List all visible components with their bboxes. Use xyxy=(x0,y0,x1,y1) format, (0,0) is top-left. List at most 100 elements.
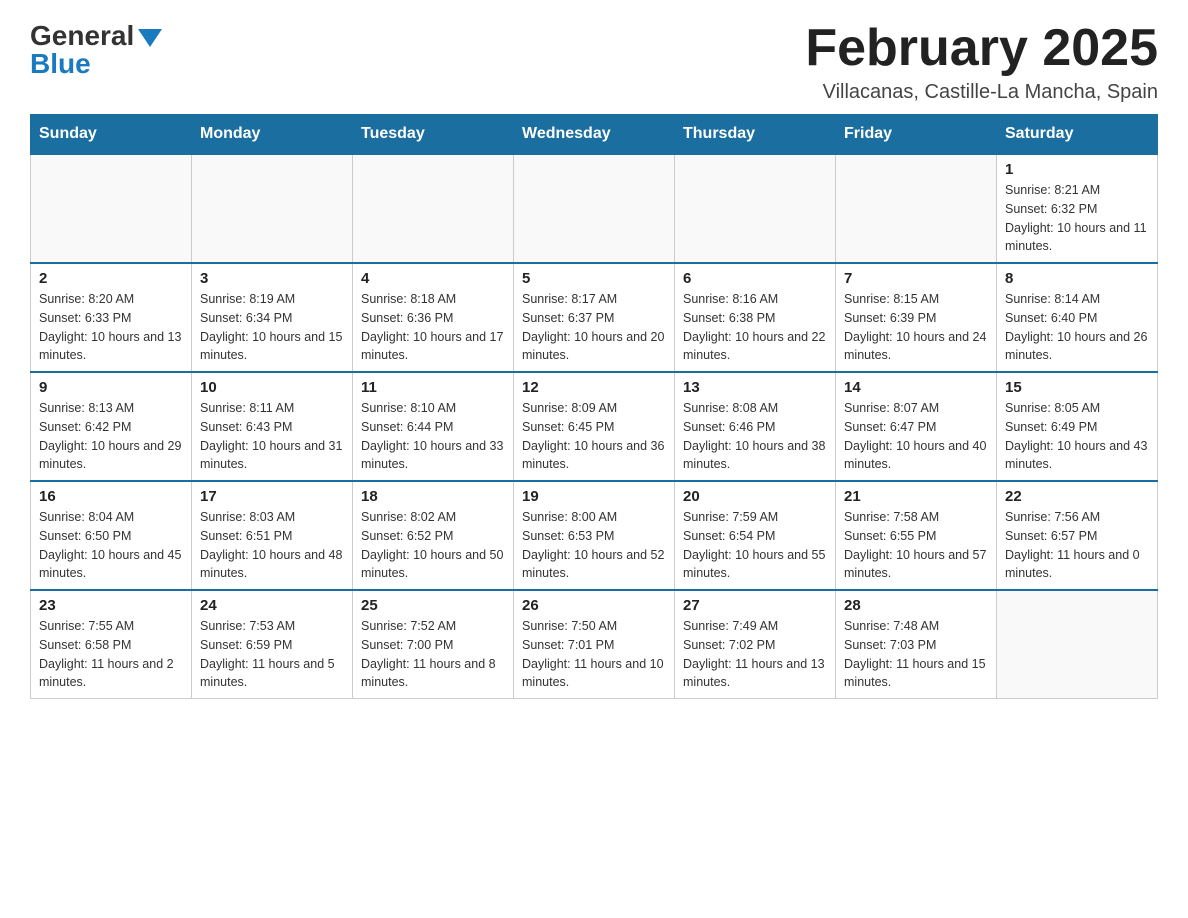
sunset-text: Sunset: 7:02 PM xyxy=(683,636,827,655)
day-number: 24 xyxy=(200,597,344,614)
calendar-cell: 12Sunrise: 8:09 AMSunset: 6:45 PMDayligh… xyxy=(514,372,675,481)
sunset-text: Sunset: 6:52 PM xyxy=(361,527,505,546)
day-number: 10 xyxy=(200,379,344,396)
daylight-text: Daylight: 10 hours and 40 minutes. xyxy=(844,437,988,475)
calendar-cell: 21Sunrise: 7:58 AMSunset: 6:55 PMDayligh… xyxy=(836,481,997,590)
sunrise-text: Sunrise: 7:48 AM xyxy=(844,617,988,636)
daylight-text: Daylight: 11 hours and 0 minutes. xyxy=(1005,546,1149,584)
sunrise-text: Sunrise: 8:00 AM xyxy=(522,508,666,527)
daylight-text: Daylight: 10 hours and 29 minutes. xyxy=(39,437,183,475)
day-number: 16 xyxy=(39,488,183,505)
sunrise-text: Sunrise: 8:16 AM xyxy=(683,290,827,309)
daylight-text: Daylight: 10 hours and 31 minutes. xyxy=(200,437,344,475)
day-number: 18 xyxy=(361,488,505,505)
sunrise-text: Sunrise: 8:05 AM xyxy=(1005,399,1149,418)
calendar-table: Sunday Monday Tuesday Wednesday Thursday… xyxy=(30,114,1158,699)
location-text: Villacanas, Castille-La Mancha, Spain xyxy=(805,81,1158,104)
sunrise-text: Sunrise: 8:20 AM xyxy=(39,290,183,309)
sunrise-text: Sunrise: 8:10 AM xyxy=(361,399,505,418)
calendar-cell: 1 Sunrise: 8:21 AMSunset: 6:32 PMDaylight… xyxy=(997,154,1158,263)
calendar-cell: 15 Sunrise: 8:05 AMSunset: 6:49 PMDayligh… xyxy=(997,372,1158,481)
day-info: Sunrise: 8:18 AMSunset: 6:36 PMDaylight:… xyxy=(361,290,505,365)
calendar-cell: 23Sunrise: 7:55 AMSunset: 6:58 PMDayligh… xyxy=(31,590,192,699)
sunset-text: Sunset: 6:34 PM xyxy=(200,309,344,328)
sunrise-text: Sunrise: 8:14 AM xyxy=(1005,290,1149,309)
calendar-cell xyxy=(675,154,836,263)
sunset-text: Sunset: 6:39 PM xyxy=(844,309,988,328)
day-info: Sunrise: 8:16 AMSunset: 6:38 PMDaylight:… xyxy=(683,290,827,365)
col-thursday: Thursday xyxy=(675,115,836,155)
day-number: 27 xyxy=(683,597,827,614)
sunrise-text: Sunrise: 8:11 AM xyxy=(200,399,344,418)
col-friday: Friday xyxy=(836,115,997,155)
day-number: 25 xyxy=(361,597,505,614)
sunset-text: Sunset: 6:43 PM xyxy=(200,418,344,437)
calendar-cell xyxy=(997,590,1158,699)
calendar-cell: 3Sunrise: 8:19 AMSunset: 6:34 PMDaylight… xyxy=(192,263,353,372)
day-info: Sunrise: 8:05 AMSunset: 6:49 PMDaylight:… xyxy=(1005,399,1149,474)
day-number: 19 xyxy=(522,488,666,505)
daylight-text: Daylight: 10 hours and 24 minutes. xyxy=(844,328,988,366)
sunrise-text: Sunrise: 8:17 AM xyxy=(522,290,666,309)
day-number: 15 xyxy=(1005,379,1149,396)
day-number: 6 xyxy=(683,270,827,287)
calendar-cell: 13Sunrise: 8:08 AMSunset: 6:46 PMDayligh… xyxy=(675,372,836,481)
day-info: Sunrise: 8:03 AMSunset: 6:51 PMDaylight:… xyxy=(200,508,344,583)
daylight-text: Daylight: 11 hours and 8 minutes. xyxy=(361,655,505,693)
sunrise-text: Sunrise: 7:55 AM xyxy=(39,617,183,636)
day-number: 11 xyxy=(361,379,505,396)
calendar-week-row: 23 Sunrise: 7:55 AMSunset: 6:58 PM Dayligh… xyxy=(31,590,1158,699)
daylight-text: Daylight: 10 hours and 20 minutes. xyxy=(522,328,666,366)
col-sunday: Sunday xyxy=(31,115,192,155)
day-info: Sunrise: 7:59 AMSunset: 6:54 PMDaylight:… xyxy=(683,508,827,583)
daylight-text: Daylight: 10 hours and 33 minutes. xyxy=(361,437,505,475)
day-info: Sunrise: 7:49 AMSunset: 7:02 PMDaylight:… xyxy=(683,617,827,692)
day-info: Sunrise: 8:20 AMSunset: 6:33 PMDaylight:… xyxy=(39,290,183,365)
daylight-text: Daylight: 10 hours and 48 minutes. xyxy=(200,546,344,584)
sunrise-text: Sunrise: 8:07 AM xyxy=(844,399,988,418)
sunset-text: Sunset: 6:32 PM xyxy=(1005,200,1149,219)
day-info: Sunrise: 7:50 AMSunset: 7:01 PMDaylight:… xyxy=(522,617,666,692)
sunrise-text: Sunrise: 8:13 AM xyxy=(39,399,183,418)
day-number: 5 xyxy=(522,270,666,287)
day-info: Sunrise: 7:58 AMSunset: 6:55 PMDaylight:… xyxy=(844,508,988,583)
day-number: 12 xyxy=(522,379,666,396)
calendar-cell: 26Sunrise: 7:50 AMSunset: 7:01 PMDayligh… xyxy=(514,590,675,699)
sunrise-text: Sunrise: 8:09 AM xyxy=(522,399,666,418)
sunrise-text: Sunrise: 7:58 AM xyxy=(844,508,988,527)
daylight-text: Daylight: 10 hours and 45 minutes. xyxy=(39,546,183,584)
day-info: Sunrise: 7:53 AMSunset: 6:59 PMDaylight:… xyxy=(200,617,344,692)
day-info: Sunrise: 7:48 AMSunset: 7:03 PMDaylight:… xyxy=(844,617,988,692)
day-info: Sunrise: 8:02 AMSunset: 6:52 PMDaylight:… xyxy=(361,508,505,583)
day-info: Sunrise: 8:13 AMSunset: 6:42 PMDaylight:… xyxy=(39,399,183,474)
calendar-cell: 27 Sunrise: 7:49 AMSunset: 7:02 PMDayligh… xyxy=(675,590,836,699)
logo-blue-label: Blue xyxy=(30,48,91,80)
day-info: Sunrise: 8:19 AMSunset: 6:34 PMDaylight:… xyxy=(200,290,344,365)
day-info: Sunrise: 7:52 AMSunset: 7:00 PMDaylight:… xyxy=(361,617,505,692)
calendar-week-row: 2Sunrise: 8:20 AMSunset: 6:33 PMDaylight… xyxy=(31,263,1158,372)
daylight-text: Daylight: 11 hours and 5 minutes. xyxy=(200,655,344,693)
calendar-cell: 22Sunrise: 7:56 AMSunset: 6:57 PMDayligh… xyxy=(997,481,1158,590)
sunset-text: Sunset: 6:58 PM xyxy=(39,636,183,655)
calendar-cell: 8Sunrise: 8:14 AMSunset: 6:40 PMDaylight… xyxy=(997,263,1158,372)
sunset-text: Sunset: 6:54 PM xyxy=(683,527,827,546)
day-info: Sunrise: 8:04 AMSunset: 6:50 PMDaylight:… xyxy=(39,508,183,583)
sunrise-text: Sunrise: 8:02 AM xyxy=(361,508,505,527)
day-number: 8 xyxy=(1005,270,1149,287)
col-saturday: Saturday xyxy=(997,115,1158,155)
sunset-text: Sunset: 6:55 PM xyxy=(844,527,988,546)
calendar-cell: 16 Sunrise: 8:04 AMSunset: 6:50 PMDayligh… xyxy=(31,481,192,590)
day-number: 7 xyxy=(844,270,988,287)
day-number: 23 xyxy=(39,597,183,614)
logo-arrow-icon xyxy=(138,29,162,47)
day-info: Sunrise: 8:21 AMSunset: 6:32 PMDaylight:… xyxy=(1005,181,1149,256)
calendar-cell: 24 Sunrise: 7:53 AMSunset: 6:59 PMDayligh… xyxy=(192,590,353,699)
daylight-text: Daylight: 10 hours and 36 minutes. xyxy=(522,437,666,475)
sunrise-text: Sunrise: 7:50 AM xyxy=(522,617,666,636)
daylight-text: Daylight: 10 hours and 52 minutes. xyxy=(522,546,666,584)
calendar-cell: 17Sunrise: 8:03 AMSunset: 6:51 PMDayligh… xyxy=(192,481,353,590)
day-number: 1 xyxy=(1005,161,1149,178)
calendar-cell: 25 Sunrise: 7:52 AMSunset: 7:00 PMDayligh… xyxy=(353,590,514,699)
daylight-text: Daylight: 10 hours and 38 minutes. xyxy=(683,437,827,475)
daylight-text: Daylight: 11 hours and 13 minutes. xyxy=(683,655,827,693)
